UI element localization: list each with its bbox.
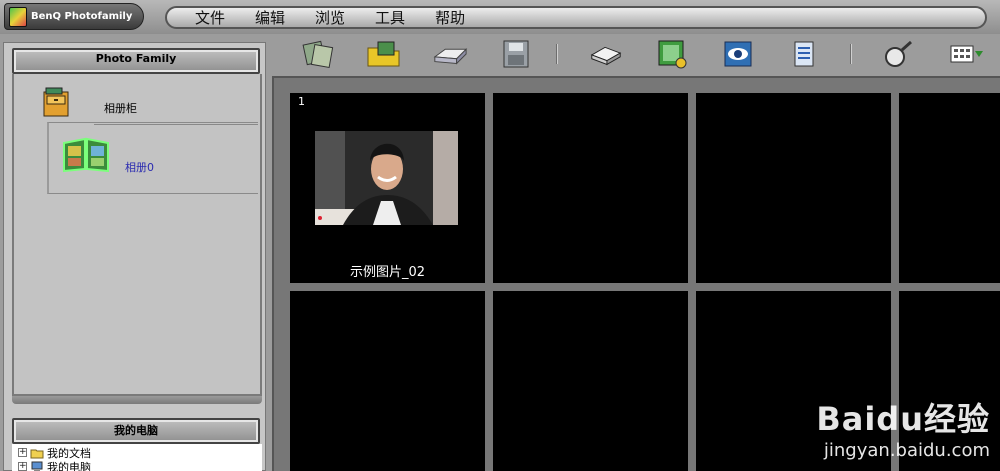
computer-icon: [31, 461, 43, 471]
save-button[interactable]: [498, 38, 534, 70]
thumbnail-view-button[interactable]: [944, 38, 990, 70]
baidu-watermark: Baidu经验 jingyan.baidu.com: [816, 394, 990, 461]
menu-bar: 文件 编辑 浏览 工具 帮助: [165, 6, 987, 29]
cabinet-label: 相册柜: [104, 102, 137, 115]
menu-help[interactable]: 帮助: [435, 7, 465, 28]
expand-icon[interactable]: +: [18, 448, 27, 457]
eraser-icon: [590, 46, 622, 66]
my-computer-title: 我的电脑: [114, 424, 158, 437]
title-bar: BenQ Photofamily 文件 编辑 浏览 工具 帮助: [0, 0, 1000, 34]
open-folder-button[interactable]: [366, 38, 402, 70]
tree-item-my-documents[interactable]: + 我的文档: [18, 446, 91, 460]
toolbar-separator: [556, 44, 558, 64]
toolbar: [268, 34, 1000, 74]
tree-item-label: 我的电脑: [47, 460, 91, 471]
eraser-button[interactable]: [588, 38, 624, 70]
folder-icon: [30, 449, 44, 458]
tree-item-my-computer[interactable]: + 我的电脑: [18, 460, 91, 471]
view-eye-icon: [724, 41, 752, 67]
dropdown-arrow-icon[interactable]: [974, 50, 984, 58]
thumbnail-cell[interactable]: [493, 291, 688, 471]
menu-edit[interactable]: 编辑: [255, 7, 285, 28]
thumbnail-cell[interactable]: [899, 93, 1000, 283]
watermark-url: jingyan.baidu.com: [823, 440, 990, 461]
panel-footer: [12, 396, 262, 404]
edit-photo-button[interactable]: [654, 38, 690, 70]
app-logo[interactable]: BenQ Photofamily: [4, 3, 144, 30]
folder-tree: + 我的文档 + 我的电脑: [12, 444, 262, 471]
expand-icon[interactable]: +: [18, 462, 27, 471]
thumbnail-cell[interactable]: [290, 291, 485, 471]
search-button[interactable]: [880, 38, 916, 70]
thumbnail-cell[interactable]: [696, 93, 891, 283]
cabinet-icon: [43, 87, 69, 117]
document-icon: [794, 41, 814, 67]
scanner-button[interactable]: [432, 38, 468, 70]
album-item[interactable]: 相册0: [47, 122, 258, 194]
scanner-icon: [433, 48, 468, 65]
photo-family-panel: 相册柜 相册0: [12, 74, 262, 396]
benq-logo-icon: [9, 6, 27, 27]
photo-caption: 示例图片_02: [349, 265, 426, 280]
menu-tools[interactable]: 工具: [375, 7, 405, 28]
menu-view[interactable]: 浏览: [315, 7, 345, 28]
menu-file[interactable]: 文件: [195, 7, 225, 28]
album-cabinet-item[interactable]: 相册柜: [14, 80, 260, 125]
import-photos-button[interactable]: [300, 38, 336, 70]
import-photos-icon: [302, 40, 334, 68]
open-folder-icon: [367, 41, 400, 67]
photo-family-header: Photo Family: [12, 48, 260, 74]
edit-photo-icon: [658, 40, 687, 69]
cell-number: 1: [298, 95, 305, 108]
my-computer-header: 我的电脑: [12, 418, 260, 444]
save-disk-icon: [503, 40, 529, 68]
toolbar-separator: [850, 44, 852, 64]
view-button[interactable]: [720, 38, 756, 70]
thumbnail-cell[interactable]: [493, 93, 688, 283]
thumbnail-view-icon: [950, 45, 974, 63]
watermark-logo: Baidu经验: [816, 400, 990, 438]
magnifier-icon: [885, 40, 912, 67]
photo-family-title: Photo Family: [95, 52, 177, 65]
portrait-photo: [315, 131, 458, 225]
thumbnail-cell[interactable]: 1 示例图片_02: [290, 93, 485, 283]
photo-thumbnail[interactable]: [315, 131, 458, 225]
album-book-icon: [63, 137, 109, 173]
document-button[interactable]: [786, 38, 822, 70]
album-label: 相册0: [125, 161, 154, 174]
app-title: BenQ Photofamily: [31, 11, 133, 22]
